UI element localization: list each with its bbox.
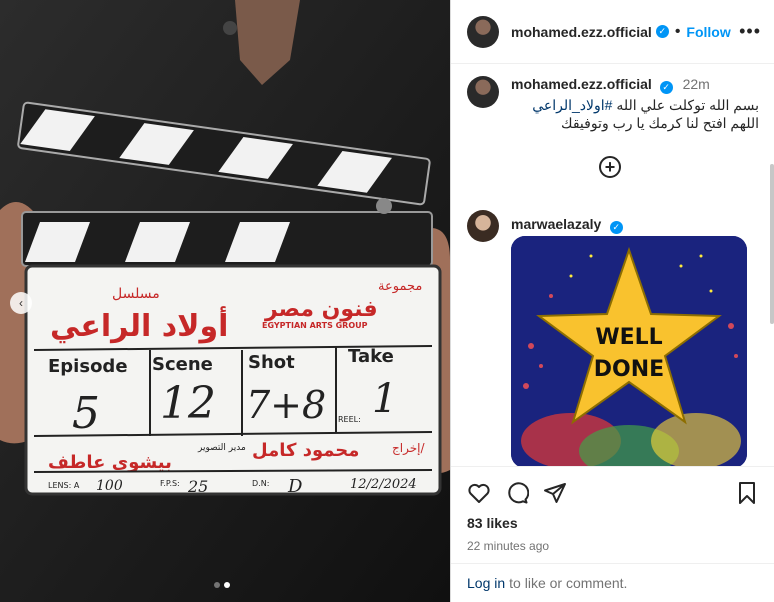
slate-fps: F.P.S: <box>160 479 180 488</box>
slate-val-scene: 12 <box>160 378 216 429</box>
verified-badge-icon: ✓ <box>655 25 669 38</box>
caption-avatar[interactable] <box>467 76 499 108</box>
login-link[interactable]: Log in <box>467 575 505 591</box>
commenter-avatar[interactable] <box>467 210 499 242</box>
slate-director-label: إخراج/ <box>392 441 425 456</box>
comments-area[interactable]: mohamed.ezz.official ✓ 22m بسم الله توكل… <box>451 64 774 466</box>
caption-text: بسم الله توكلت علي الله #اولاد_الراعي ال… <box>511 96 759 132</box>
slate-title: أولاد الراعي <box>50 306 228 344</box>
caption-text-end: اللهم افتح لنا كرمك يا رب وتوفيقك <box>561 115 759 131</box>
follow-button[interactable]: Follow <box>686 24 730 40</box>
caption-username[interactable]: mohamed.ezz.official <box>511 76 652 92</box>
plus-circle-icon[interactable]: + <box>599 156 621 178</box>
caption-hashtag[interactable]: #اولاد_الراعي <box>532 97 612 113</box>
author-username[interactable]: mohamed.ezz.official <box>511 24 652 40</box>
slate-col-shot: Shot <box>248 352 295 373</box>
comment-sticker-image: WELL DONE <box>511 236 747 466</box>
comments-scrollbar[interactable] <box>770 164 774 324</box>
caption-text-start: بسم الله توكلت علي الله <box>616 97 759 113</box>
slate-dn-val: D <box>287 476 303 497</box>
slate-dop-label: مدير التصوير <box>197 443 246 453</box>
slate-dn: D.N: <box>252 479 269 488</box>
sticker-text-line1: WELL <box>595 325 662 350</box>
caption-time: 22m <box>682 76 710 92</box>
slate-director: محمود كامل <box>252 440 359 461</box>
sticker-text-line2: DONE <box>594 357 664 382</box>
slate-val-take: 1 <box>372 376 397 422</box>
login-prompt-text: to like or comment. <box>509 575 628 591</box>
comment-icon[interactable] <box>505 481 529 505</box>
author-avatar[interactable] <box>467 15 499 48</box>
verified-badge-icon: ✓ <box>609 221 623 234</box>
slate-series-label: مسلسل <box>112 286 160 302</box>
slate-col-take: Take <box>348 346 394 367</box>
slide-dot <box>214 582 220 588</box>
slide-indicator <box>214 582 230 588</box>
slate-fps-val: 25 <box>187 477 208 496</box>
header-separator: • <box>674 22 681 40</box>
share-icon[interactable] <box>543 481 567 505</box>
chevron-left-icon: ‹ <box>19 296 23 310</box>
post-timestamp: 22 minutes ago <box>467 539 550 553</box>
like-count[interactable]: 83 likes <box>451 505 774 531</box>
slate-val-shot: 7+8 <box>246 383 326 427</box>
clapperboard-photo: مسلسل أولاد الراعي مجموعة فنون مصر EGYPT… <box>0 0 450 602</box>
post-header: mohamed.ezz.official ✓ • Follow ••• <box>451 0 774 64</box>
slate-reel: REEL: <box>338 415 361 424</box>
commenter-username[interactable]: marwaelazaly <box>511 216 601 232</box>
action-bar <box>451 467 774 505</box>
verified-badge-icon: ✓ <box>659 81 673 94</box>
slate-dop: بيشوي عاطف <box>48 452 172 473</box>
login-prompt: Log in to like or comment. <box>451 563 774 602</box>
load-more-comments: + <box>604 156 616 177</box>
slate-col-episode: Episode <box>48 356 128 377</box>
slate-col-scene: Scene <box>152 354 213 375</box>
post-media[interactable]: مسلسل أولاد الراعي مجموعة فنون مصر EGYPT… <box>0 0 450 602</box>
bookmark-icon[interactable] <box>735 481 759 505</box>
post-details-panel: mohamed.ezz.official ✓ • Follow ••• moha… <box>450 0 774 602</box>
slate-val-episode: 5 <box>72 388 100 439</box>
caption: mohamed.ezz.official ✓ 22m بسم الله توكل… <box>451 64 774 132</box>
prev-slide-button[interactable]: ‹ <box>10 292 32 314</box>
slate-company: فنون مصر <box>264 297 378 322</box>
slate-company-label: مجموعة <box>378 279 422 294</box>
slate-company-en: EGYPTIAN ARTS GROUP <box>262 321 368 330</box>
more-icon[interactable]: ••• <box>739 21 761 42</box>
slate-date: 12/2/2024 <box>350 477 417 492</box>
slate-lens-val: 100 <box>96 478 123 494</box>
post-footer: 83 likes 22 minutes ago Log in to like o… <box>451 466 774 602</box>
slate-lens: LENS: A <box>48 481 80 490</box>
heart-icon[interactable] <box>467 481 491 505</box>
slide-dot-active <box>224 582 230 588</box>
